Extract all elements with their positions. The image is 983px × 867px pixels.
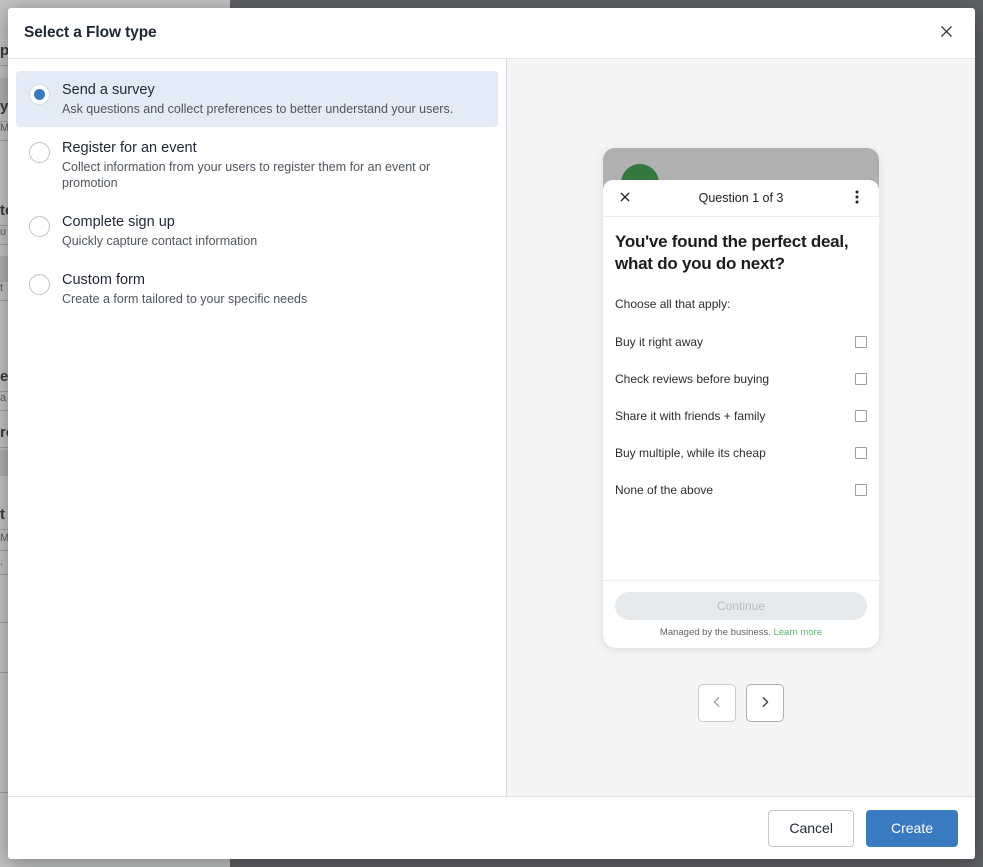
sheet-overflow-button[interactable] bbox=[847, 189, 867, 208]
flow-option-send-a-survey[interactable]: Send a survey Ask questions and collect … bbox=[16, 71, 498, 127]
phone-mockup: Question 1 of 3 You've found the perfect… bbox=[603, 148, 879, 648]
flow-option-description: Create a form tailored to your specific … bbox=[62, 291, 486, 307]
choice-label: Share it with friends + family bbox=[615, 409, 855, 423]
preview-carousel-nav bbox=[698, 684, 784, 722]
choice-row[interactable]: Share it with friends + family bbox=[615, 397, 867, 434]
modal-body: Send a survey Ask questions and collect … bbox=[8, 59, 975, 796]
flow-option-title: Custom form bbox=[62, 271, 486, 290]
checkbox-icon[interactable] bbox=[855, 336, 867, 348]
chevron-left-icon bbox=[710, 695, 724, 712]
radio-icon[interactable] bbox=[29, 84, 50, 105]
choice-label: Check reviews before buying bbox=[615, 372, 855, 386]
radio-icon[interactable] bbox=[29, 216, 50, 237]
flow-option-title: Complete sign up bbox=[62, 213, 486, 232]
question-instruction: Choose all that apply: bbox=[615, 297, 867, 311]
choice-row[interactable]: Buy multiple, while its cheap bbox=[615, 434, 867, 471]
close-icon bbox=[939, 24, 954, 42]
modal-header: Select a Flow type bbox=[8, 8, 975, 59]
modal-footer: Cancel Create bbox=[8, 796, 975, 859]
choice-label: Buy it right away bbox=[615, 335, 855, 349]
checkbox-icon[interactable] bbox=[855, 484, 867, 496]
cancel-button[interactable]: Cancel bbox=[768, 810, 854, 847]
flow-type-list: Send a survey Ask questions and collect … bbox=[8, 59, 507, 796]
choice-label: Buy multiple, while its cheap bbox=[615, 446, 855, 460]
flow-option-description: Ask questions and collect preferences to… bbox=[62, 101, 486, 117]
sheet-close-button[interactable] bbox=[615, 191, 635, 206]
more-vertical-icon bbox=[855, 189, 859, 208]
radio-icon[interactable] bbox=[29, 142, 50, 163]
managed-by-text: Managed by the business. bbox=[660, 627, 771, 638]
checkbox-icon[interactable] bbox=[855, 447, 867, 459]
checkbox-icon[interactable] bbox=[855, 373, 867, 385]
continue-button[interactable]: Continue bbox=[615, 592, 867, 620]
checkbox-icon[interactable] bbox=[855, 410, 867, 422]
radio-icon[interactable] bbox=[29, 274, 50, 295]
page-title: Select a Flow type bbox=[24, 24, 931, 42]
flow-option-description: Quickly capture contact information bbox=[62, 233, 486, 249]
flow-option-title: Send a survey bbox=[62, 81, 486, 100]
flow-type-modal: Select a Flow type Send a survey Ask que… bbox=[8, 8, 975, 859]
managed-by-note: Managed by the business. Learn more bbox=[615, 627, 867, 638]
flow-option-register-for-an-event[interactable]: Register for an event Collect informatio… bbox=[16, 129, 498, 201]
choice-row[interactable]: None of the above bbox=[615, 471, 867, 508]
survey-sheet: Question 1 of 3 You've found the perfect… bbox=[603, 180, 879, 648]
preview-pane: Question 1 of 3 You've found the perfect… bbox=[507, 59, 975, 796]
flow-option-custom-form[interactable]: Custom form Create a form tailored to yo… bbox=[16, 261, 498, 317]
learn-more-link[interactable]: Learn more bbox=[773, 627, 822, 638]
choice-row[interactable]: Check reviews before buying bbox=[615, 360, 867, 397]
chevron-right-icon bbox=[758, 695, 772, 712]
create-button[interactable]: Create bbox=[866, 810, 958, 847]
choice-row[interactable]: Buy it right away bbox=[615, 323, 867, 360]
close-icon bbox=[619, 191, 631, 206]
flow-option-description: Collect information from your users to r… bbox=[62, 159, 462, 191]
flow-option-title: Register for an event bbox=[62, 139, 486, 158]
previous-preview-button[interactable] bbox=[698, 684, 736, 722]
choice-label: None of the above bbox=[615, 483, 855, 497]
next-preview-button[interactable] bbox=[746, 684, 784, 722]
sheet-title: Question 1 of 3 bbox=[635, 191, 847, 205]
sheet-content: You've found the perfect deal, what do y… bbox=[603, 217, 879, 580]
sheet-header: Question 1 of 3 bbox=[603, 180, 879, 217]
question-title: You've found the perfect deal, what do y… bbox=[615, 231, 867, 275]
close-button[interactable] bbox=[931, 18, 961, 48]
flow-option-complete-sign-up[interactable]: Complete sign up Quickly capture contact… bbox=[16, 203, 498, 259]
sheet-footer: Continue Managed by the business. Learn … bbox=[603, 580, 879, 648]
